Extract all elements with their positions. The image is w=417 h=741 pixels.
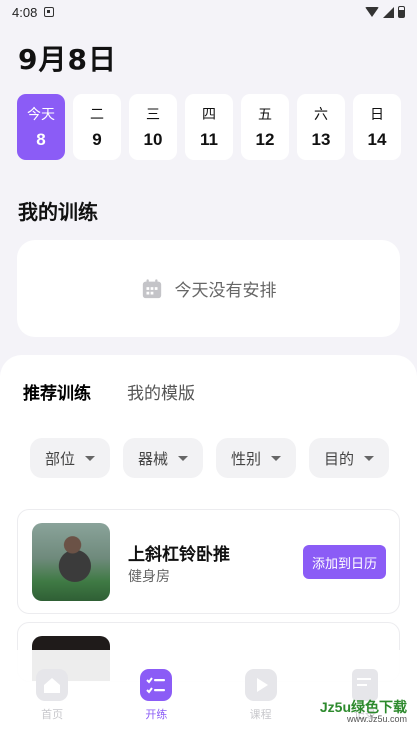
filter-body-part[interactable]: 部位 bbox=[30, 438, 110, 478]
day-saturday[interactable]: 六 13 bbox=[297, 94, 345, 160]
day-thursday[interactable]: 四 11 bbox=[185, 94, 233, 160]
day-number: 10 bbox=[143, 130, 163, 149]
caret-down-icon bbox=[271, 455, 281, 461]
bottom-nav: 首页 开练 课程 记录 bbox=[0, 650, 417, 741]
empty-schedule-card: 今天没有安排 bbox=[17, 240, 400, 337]
filter-bar: 部位 器械 性别 目的 bbox=[30, 438, 389, 478]
filter-goal[interactable]: 目的 bbox=[309, 438, 389, 478]
day-sunday[interactable]: 日 14 bbox=[353, 94, 401, 160]
calendar-icon bbox=[142, 278, 161, 298]
caret-down-icon bbox=[178, 455, 188, 461]
watermark: Jz5u绿色下载 www.Jz5u.com bbox=[320, 700, 407, 724]
filter-equipment[interactable]: 器械 bbox=[123, 438, 203, 478]
day-name: 日 bbox=[370, 107, 384, 123]
day-number: 14 bbox=[367, 130, 387, 149]
status-bar: 4:08 bbox=[0, 0, 417, 24]
nav-label: 课程 bbox=[249, 708, 272, 721]
nav-label: 开练 bbox=[145, 708, 168, 721]
status-time: 4:08 bbox=[12, 4, 38, 20]
day-wednesday[interactable]: 三 10 bbox=[129, 94, 177, 160]
day-number: 8 bbox=[36, 130, 46, 149]
nav-courses[interactable]: 课程 bbox=[231, 668, 291, 722]
document-icon bbox=[348, 668, 382, 702]
filter-gender[interactable]: 性别 bbox=[216, 438, 296, 478]
signal-icon bbox=[383, 6, 394, 18]
day-friday[interactable]: 五 12 bbox=[241, 94, 289, 160]
week-strip: 今天 8 二 9 三 10 四 11 五 12 六 13 日 14 bbox=[17, 94, 401, 160]
play-icon bbox=[244, 668, 278, 702]
checklist-icon bbox=[139, 668, 173, 702]
day-tuesday[interactable]: 二 9 bbox=[73, 94, 121, 160]
day-name: 六 bbox=[314, 107, 328, 123]
caret-down-icon bbox=[85, 455, 95, 461]
filter-label: 性别 bbox=[230, 449, 261, 468]
exercise-card[interactable]: 上斜杠铃卧推 健身房 添加到日历 bbox=[17, 509, 400, 614]
sim-icon bbox=[44, 7, 55, 17]
day-number: 11 bbox=[200, 130, 218, 149]
tab-recommended[interactable]: 推荐训练 bbox=[21, 379, 93, 404]
filter-label: 器械 bbox=[137, 449, 168, 468]
exercise-name: 上斜杠铃卧推 bbox=[128, 545, 230, 565]
empty-schedule-text: 今天没有安排 bbox=[174, 281, 277, 301]
date-title: 9月8日 bbox=[18, 43, 117, 76]
add-to-calendar-button[interactable]: 添加到日历 bbox=[303, 545, 386, 579]
day-number: 12 bbox=[255, 130, 275, 149]
day-name: 今天 bbox=[27, 107, 55, 123]
day-name: 二 bbox=[90, 107, 104, 123]
tab-my-templates[interactable]: 我的模版 bbox=[127, 379, 195, 404]
tab-bar: 推荐训练 我的模版 bbox=[21, 379, 195, 404]
day-name: 四 bbox=[202, 107, 216, 123]
day-name: 三 bbox=[146, 107, 160, 123]
watermark-line2: www.Jz5u.com bbox=[346, 713, 407, 724]
battery-icon bbox=[398, 6, 405, 18]
nav-home[interactable]: 首页 bbox=[22, 668, 82, 722]
home-icon bbox=[35, 668, 69, 702]
exercise-location: 健身房 bbox=[128, 569, 170, 585]
day-name: 五 bbox=[258, 107, 272, 123]
exercise-thumbnail bbox=[32, 523, 110, 601]
filter-label: 目的 bbox=[323, 449, 354, 468]
my-training-title: 我的训练 bbox=[18, 200, 98, 224]
filter-label: 部位 bbox=[44, 449, 75, 468]
nav-label: 首页 bbox=[41, 708, 64, 721]
day-number: 13 bbox=[311, 130, 331, 149]
day-today[interactable]: 今天 8 bbox=[17, 94, 65, 160]
nav-workout[interactable]: 开练 bbox=[126, 668, 186, 722]
wifi-icon bbox=[365, 7, 379, 17]
watermark-line1: Jz5u绿色下载 bbox=[319, 699, 407, 715]
day-number: 9 bbox=[92, 130, 102, 149]
caret-down-icon bbox=[364, 455, 374, 461]
